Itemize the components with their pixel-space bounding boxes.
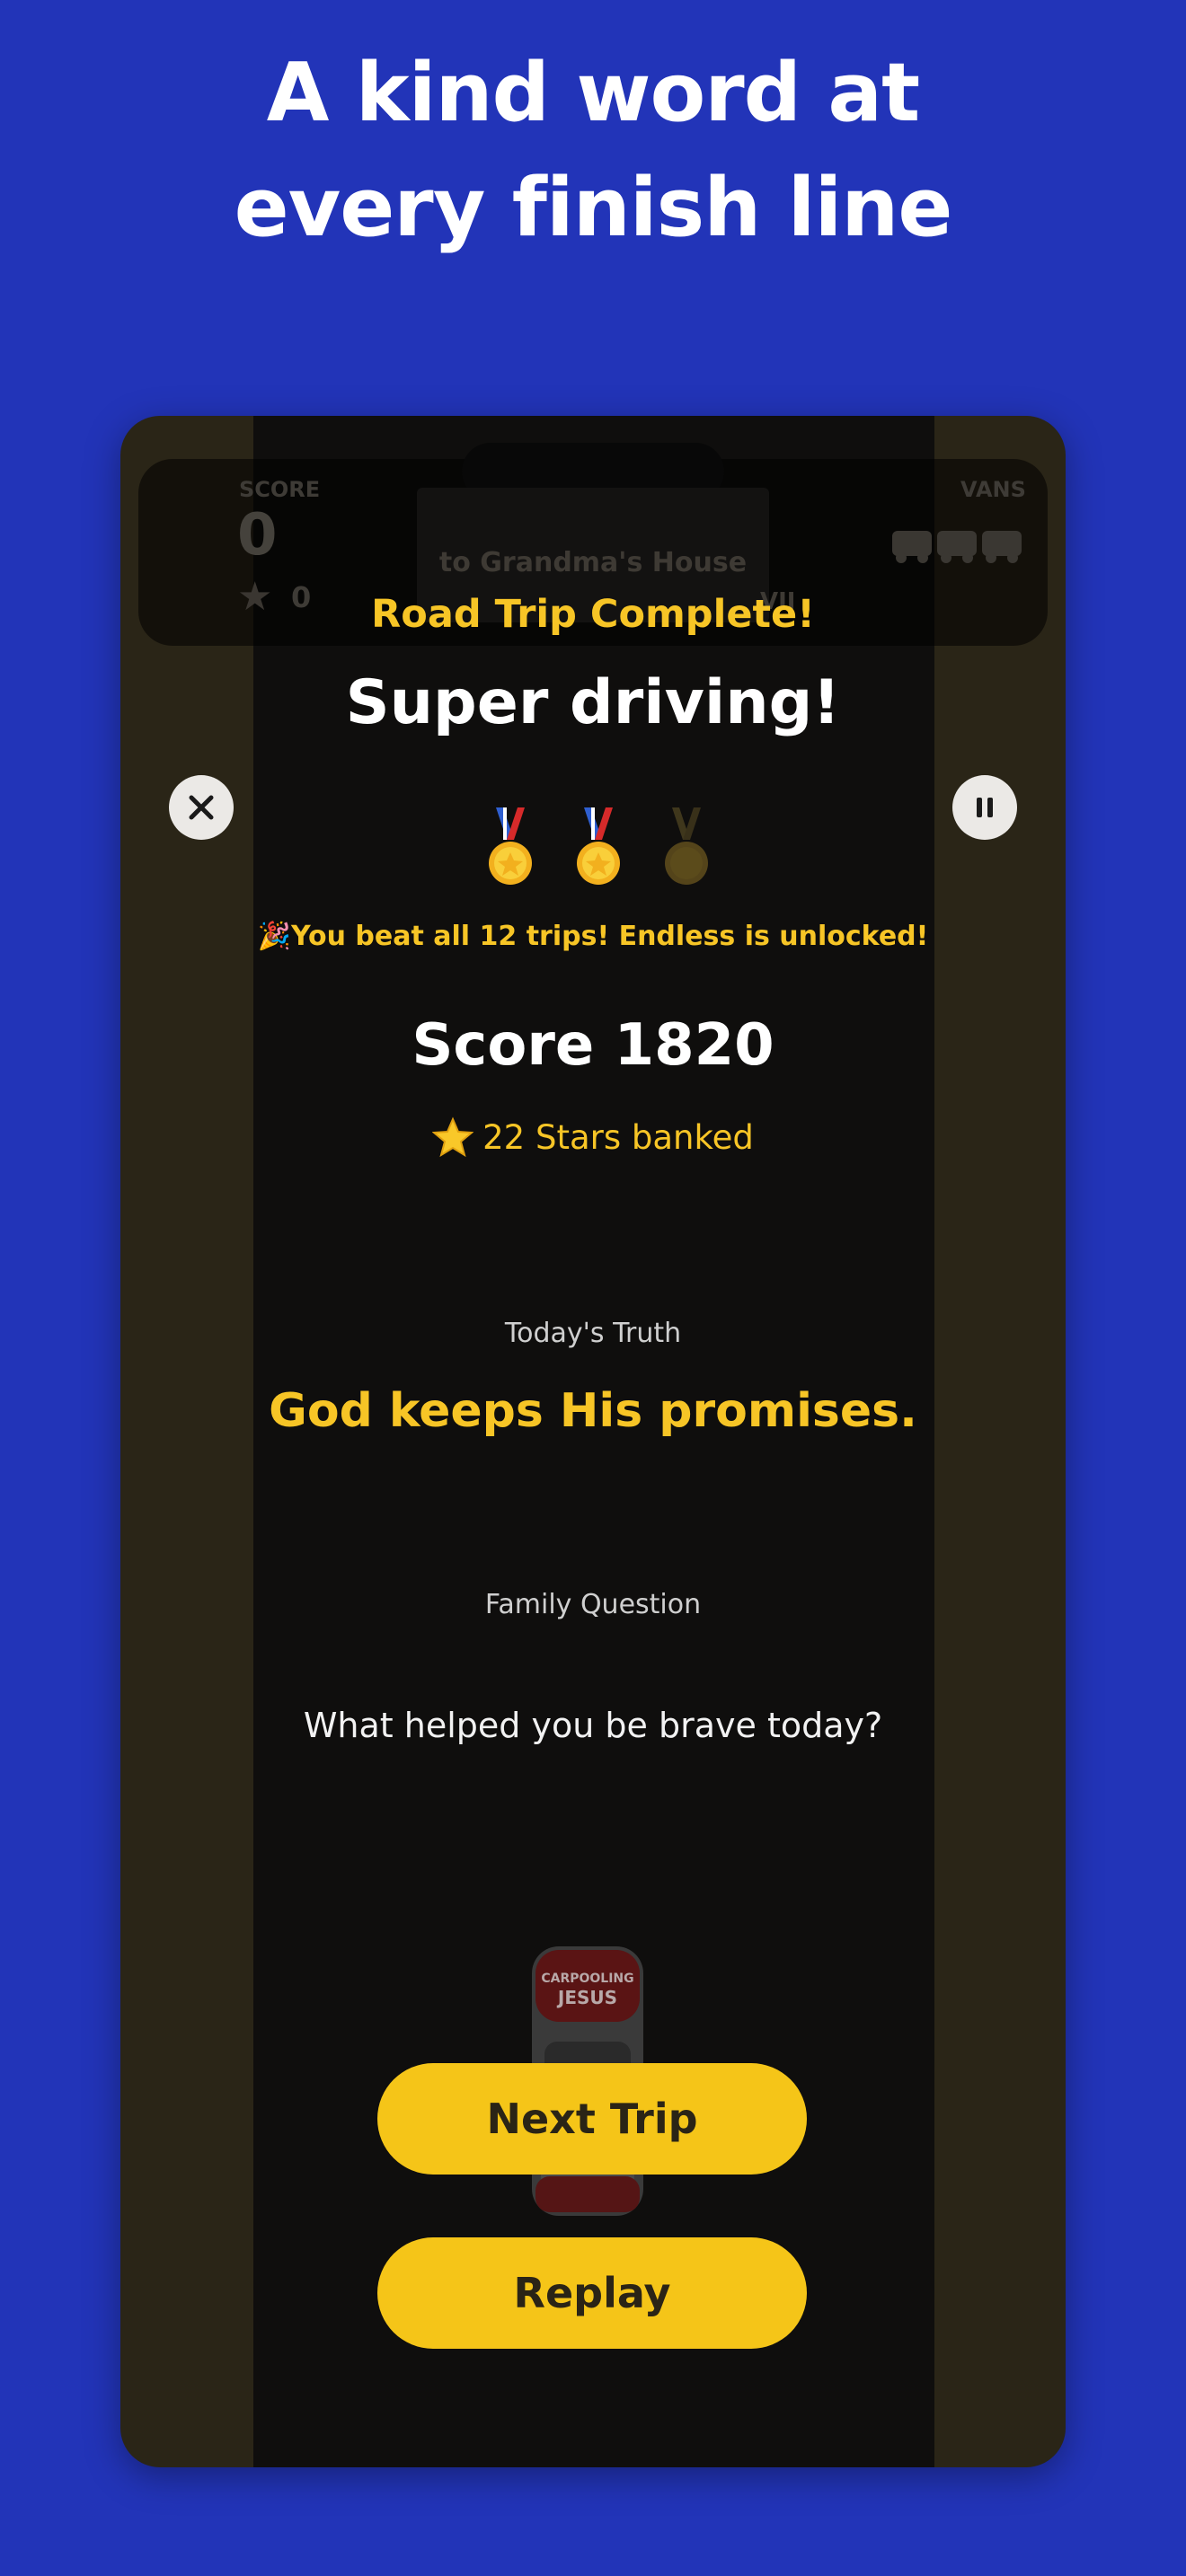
score-text: Score 1820	[412, 1012, 774, 1079]
question-text: What helped you be brave today?	[303, 1706, 883, 1745]
banner-title: Road Trip Complete!	[371, 592, 815, 637]
pause-icon	[977, 798, 993, 817]
next-trip-button[interactable]: Next Trip	[377, 2063, 807, 2175]
medal-icon-3	[665, 807, 708, 885]
truth-text: God keeps His promises.	[269, 1384, 917, 1438]
result-title: Super driving!	[345, 667, 841, 738]
close-button[interactable]	[169, 775, 234, 840]
trip-destination: to Grandma's House	[438, 547, 748, 578]
medal-icon-2	[577, 807, 620, 885]
unlock-message: 🎉You beat all 12 trips! Endless is unloc…	[257, 921, 929, 952]
hud-vans-label: VANS	[960, 477, 1026, 502]
marketing-headline: A kind word at every finish line	[0, 36, 1186, 266]
hud-score-value: 0	[237, 502, 278, 569]
question-label: Family Question	[484, 1589, 702, 1620]
medal-row	[489, 807, 708, 885]
car-line-2: JESUS	[556, 1987, 617, 2008]
pause-button[interactable]	[952, 775, 1017, 840]
hud-score-label: SCORE	[239, 477, 321, 502]
stars-banked-text: 22 Stars banked	[482, 1117, 754, 1157]
van-icons	[892, 531, 1022, 563]
replay-button[interactable]: Replay	[377, 2237, 807, 2349]
medal-icon-1	[489, 807, 532, 885]
stars-banked-row: 22 Stars banked	[120, 1116, 1066, 1158]
close-icon	[189, 795, 214, 820]
truth-label: Today's Truth	[504, 1318, 682, 1349]
headline-line-1: A kind word at	[266, 46, 920, 140]
car-line-1: CARPOOLING	[541, 1972, 633, 1986]
headline-line-2: every finish line	[234, 161, 953, 255]
phone-screen: SCORE 0 ★ 0 VANS to Grandma's House VII …	[120, 416, 1066, 2467]
star-icon	[432, 1116, 474, 1158]
